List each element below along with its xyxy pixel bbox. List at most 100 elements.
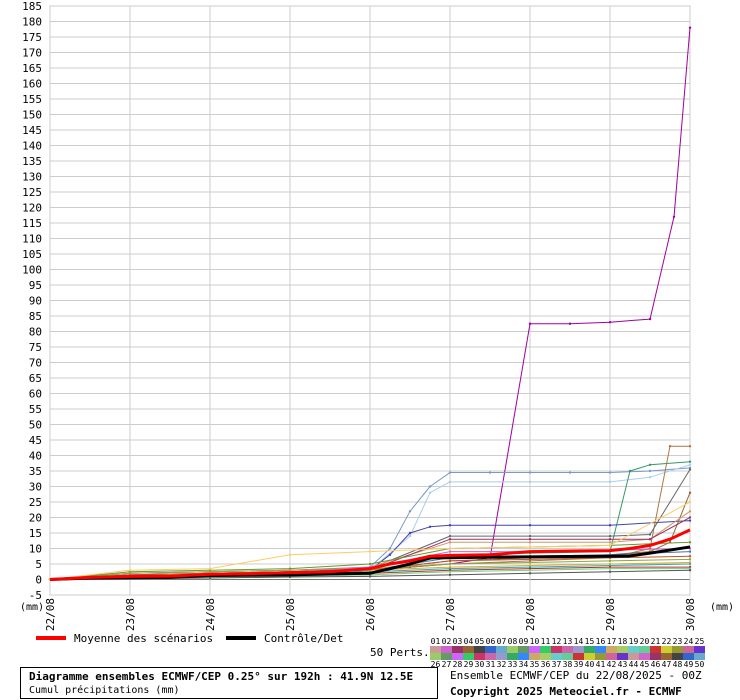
x-tick-label: 29/08 — [604, 598, 617, 631]
pert-number: 14 — [573, 637, 584, 646]
series-point — [648, 317, 652, 321]
pert-swatch — [606, 646, 617, 653]
pert-number: 01 — [430, 637, 441, 646]
pert-number: 46 — [650, 660, 661, 669]
y-tick-label: 5 — [35, 558, 42, 571]
series-point — [448, 559, 452, 563]
pert-swatch — [672, 653, 683, 660]
series-point — [428, 525, 432, 528]
pert-number: 08 — [507, 637, 518, 646]
series-point — [528, 545, 532, 549]
series-point — [688, 26, 692, 29]
y-tick-label: 75 — [29, 341, 42, 354]
pert-swatch — [562, 646, 573, 653]
pert-number: 27 — [441, 660, 452, 669]
y-tick-label: 50 — [29, 419, 42, 432]
series-point — [608, 541, 612, 544]
y-tick-label: 145 — [22, 124, 42, 137]
series-point — [688, 491, 692, 494]
series-point — [688, 510, 692, 513]
pert-number: 17 — [606, 637, 617, 646]
x-tick-label: 30/08 — [684, 598, 697, 631]
pert-swatch — [474, 653, 485, 660]
pert-swatch — [573, 646, 584, 653]
x-tick-label: 24/08 — [204, 598, 217, 631]
pert-number: 24 — [683, 637, 694, 646]
chart-subtitle: Cumul précipitations (mm) — [29, 685, 180, 696]
pert-swatch — [562, 653, 573, 660]
y-tick-label: 110 — [22, 233, 42, 246]
pert-swatch — [595, 653, 606, 660]
series-point — [688, 460, 692, 463]
series-point — [608, 534, 612, 538]
series-point — [528, 569, 532, 572]
chart-grid — [49, 5, 691, 596]
legend-mean-swatch — [36, 636, 66, 640]
pert-number: 11 — [540, 637, 551, 646]
series-point — [528, 538, 532, 541]
series-point — [688, 445, 692, 448]
series-point — [608, 538, 612, 541]
pert-number: 45 — [639, 660, 650, 669]
series-point — [448, 534, 452, 538]
pert-number: 16 — [595, 637, 606, 646]
x-tick-label: 23/08 — [124, 598, 137, 631]
series-point — [688, 541, 692, 544]
series-point — [528, 480, 532, 484]
series-point — [528, 322, 532, 325]
pert-number: 41 — [595, 660, 606, 669]
pert-swatch — [584, 646, 595, 653]
y-tick-label: 115 — [22, 217, 42, 230]
pert-number: 09 — [518, 637, 529, 646]
series-point — [668, 445, 672, 448]
y-tick-label: 165 — [22, 62, 42, 75]
pert-swatch — [463, 653, 474, 660]
y-tick-label: 70 — [29, 357, 42, 370]
series-point — [608, 544, 612, 547]
series-point — [488, 471, 492, 474]
series-point — [568, 322, 572, 325]
series-point — [688, 550, 692, 553]
pert-swatch — [540, 653, 551, 660]
pert-number: 28 — [452, 660, 463, 669]
series-point — [428, 485, 432, 488]
y-tick-label: 120 — [22, 202, 42, 215]
y-axis-unit-label: (mm) — [20, 602, 44, 613]
pert-number: 15 — [584, 637, 595, 646]
pert-number: 10 — [529, 637, 540, 646]
series-point — [608, 480, 612, 484]
pert-swatch — [496, 646, 507, 653]
pert-number: 39 — [573, 660, 584, 669]
series-point — [448, 541, 452, 544]
series-point — [528, 534, 532, 538]
series-point — [128, 569, 132, 572]
pert-number: 21 — [650, 637, 661, 646]
y-tick-label: 0 — [35, 574, 42, 587]
pert-swatch — [683, 653, 694, 660]
y-tick-label: 160 — [22, 78, 42, 91]
pert-number: 04 — [463, 637, 474, 646]
pert-swatch — [551, 646, 562, 653]
y-tick-label: 80 — [29, 326, 42, 339]
series-point — [648, 538, 652, 541]
y-tick-label: 175 — [22, 31, 42, 44]
pert-swatch — [474, 646, 485, 653]
series-point — [688, 558, 692, 561]
x-axis-ticks: 22/08 23/08 24/08 25/08 26/08 27/08 28/08 29/08… — [44, 598, 697, 631]
x-tick-label: 26/08 — [364, 598, 377, 631]
series-point — [688, 569, 692, 572]
series-point — [388, 547, 392, 550]
series-point — [688, 500, 692, 504]
copyright: Copyright 2025 Meteociel.fr - ECMWF — [450, 685, 682, 698]
pert-number: 35 — [529, 660, 540, 669]
pert-swatch — [430, 646, 441, 653]
series-point — [368, 575, 372, 578]
series-point — [688, 463, 692, 466]
series-point — [648, 533, 652, 536]
y-tick-label: 180 — [22, 16, 42, 29]
series-point — [448, 471, 452, 474]
pert-swatch — [617, 653, 628, 660]
series-point — [408, 510, 412, 513]
pert-swatch — [628, 653, 639, 660]
pert-swatch — [628, 646, 639, 653]
